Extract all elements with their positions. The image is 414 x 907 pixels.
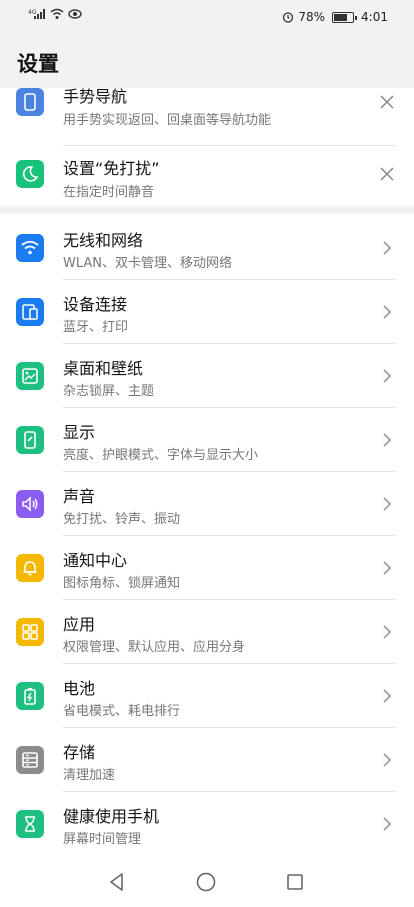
item-title: 桌面和壁纸	[63, 359, 144, 378]
wallpaper-icon	[22, 368, 38, 384]
device-connection-icon	[22, 304, 38, 320]
status-bar: 4G 78% 4:01	[0, 0, 414, 34]
apps-grid-icon	[22, 624, 38, 640]
item-subtitle: 清理加速	[63, 768, 116, 783]
item-subtitle: 权限管理、默认应用、应用分身	[63, 640, 246, 655]
battery-fill	[334, 13, 348, 21]
wifi-icon	[21, 240, 39, 255]
item-icon-box	[16, 298, 44, 326]
signal-icon: 4G	[28, 9, 45, 19]
bell-icon	[23, 561, 37, 576]
item-subtitle: 省电模式、耗电排行	[63, 704, 181, 719]
settings-item-wireless-network[interactable]: 无线和网络 WLAN、双卡管理、移动网络	[0, 216, 414, 280]
item-subtitle: 杂志锁屏、主题	[63, 384, 155, 399]
alarm-icon	[283, 12, 294, 23]
moon-icon	[22, 166, 39, 182]
battery-icon	[332, 11, 358, 23]
item-title: 声音	[63, 487, 96, 506]
back-button[interactable]	[102, 867, 132, 897]
close-icon[interactable]	[380, 95, 394, 109]
item-title: 通知中心	[63, 551, 128, 570]
suggestion-title: 手势导航	[63, 87, 128, 106]
chevron-right-icon	[383, 625, 392, 639]
item-title: 显示	[63, 423, 96, 442]
network-type: 4G	[28, 9, 37, 16]
item-subtitle: 屏幕时间管理	[63, 832, 142, 847]
settings-item-sound[interactable]: 声音 免打扰、铃声、振动	[0, 472, 414, 536]
suggestion-dnd[interactable]: 设置“免打扰” 在指定时间静音	[0, 146, 414, 210]
item-subtitle: WLAN、双卡管理、移动网络	[63, 256, 233, 271]
item-icon-box	[16, 362, 44, 390]
storage-icon	[22, 752, 38, 768]
item-subtitle: 图标角标、锁屏通知	[63, 576, 181, 591]
chevron-right-icon	[383, 753, 392, 767]
back-icon	[110, 873, 123, 891]
chevron-right-icon	[383, 689, 392, 703]
status-right: 78% 4:01	[282, 9, 388, 25]
clock: 4:01	[361, 10, 388, 24]
suggestion-title: 设置“免打扰”	[63, 159, 160, 178]
battery-percent: 78%	[298, 10, 326, 24]
suggestion-icon-box	[16, 88, 44, 116]
item-subtitle: 亮度、护眼模式、字体与显示大小	[63, 448, 259, 463]
status-left: 4G	[28, 8, 82, 20]
phone-gesture-icon	[24, 93, 36, 111]
chevron-right-icon	[383, 241, 392, 255]
settings-list: 无线和网络 WLAN、双卡管理、移动网络 设备连接 蓝牙、打印 桌面和壁纸 杂志…	[0, 214, 414, 859]
hourglass-icon	[25, 816, 35, 832]
settings-item-notification-center[interactable]: 通知中心 图标角标、锁屏通知	[0, 536, 414, 600]
item-title: 存储	[63, 743, 96, 762]
item-icon-box	[16, 618, 44, 646]
chevron-right-icon	[383, 561, 392, 575]
page-title: 设置	[17, 52, 59, 76]
item-icon-box	[16, 682, 44, 710]
suggestion-icon-box	[16, 160, 44, 188]
battery-charging-icon	[24, 688, 36, 705]
settings-item-apps[interactable]: 应用 权限管理、默认应用、应用分身	[0, 600, 414, 664]
chevron-right-icon	[383, 305, 392, 319]
item-title: 电池	[63, 679, 96, 698]
settings-item-device-connection[interactable]: 设备连接 蓝牙、打印	[0, 280, 414, 344]
settings-item-digital-balance[interactable]: 健康使用手机 屏幕时间管理	[0, 792, 414, 856]
item-subtitle: 蓝牙、打印	[63, 320, 129, 335]
navigation-bar	[0, 859, 414, 907]
item-title: 健康使用手机	[63, 807, 160, 826]
home-button[interactable]	[191, 867, 221, 897]
wifi-icon	[50, 8, 64, 19]
suggestions-card: 手势导航 用手势实现返回、回桌面等导航功能 设置“免打扰” 在指定时间静音	[0, 87, 414, 206]
item-icon-box	[16, 554, 44, 582]
item-icon-box	[16, 490, 44, 518]
item-icon-box	[16, 746, 44, 774]
item-icon-box	[16, 426, 44, 454]
item-title: 无线和网络	[63, 231, 144, 250]
settings-item-storage[interactable]: 存储 清理加速	[0, 728, 414, 792]
settings-item-battery[interactable]: 电池 省电模式、耗电排行	[0, 664, 414, 728]
item-title: 设备连接	[63, 295, 128, 314]
settings-item-desktop-wallpaper[interactable]: 桌面和壁纸 杂志锁屏、主题	[0, 344, 414, 408]
chevron-right-icon	[383, 817, 392, 831]
item-icon-box	[16, 810, 44, 838]
recents-button[interactable]	[280, 867, 310, 897]
settings-item-display[interactable]: 显示 亮度、护眼模式、字体与显示大小	[0, 408, 414, 472]
item-title: 应用	[63, 615, 96, 634]
item-icon-box	[16, 234, 44, 262]
display-icon	[24, 431, 36, 449]
close-icon[interactable]	[380, 167, 394, 181]
chevron-right-icon	[383, 433, 392, 447]
item-subtitle: 免打扰、铃声、振动	[63, 512, 181, 527]
suggestion-subtitle: 用手势实现返回、回桌面等导航功能	[63, 113, 272, 128]
recents-icon	[287, 874, 303, 890]
suggestion-subtitle: 在指定时间静音	[63, 185, 155, 200]
eye-comfort-icon	[68, 9, 82, 19]
chevron-right-icon	[383, 369, 392, 383]
suggestion-gesture-nav[interactable]: 手势导航 用手势实现返回、回桌面等导航功能	[0, 82, 414, 146]
speaker-icon	[22, 496, 38, 512]
home-icon	[196, 872, 216, 892]
chevron-right-icon	[383, 497, 392, 511]
